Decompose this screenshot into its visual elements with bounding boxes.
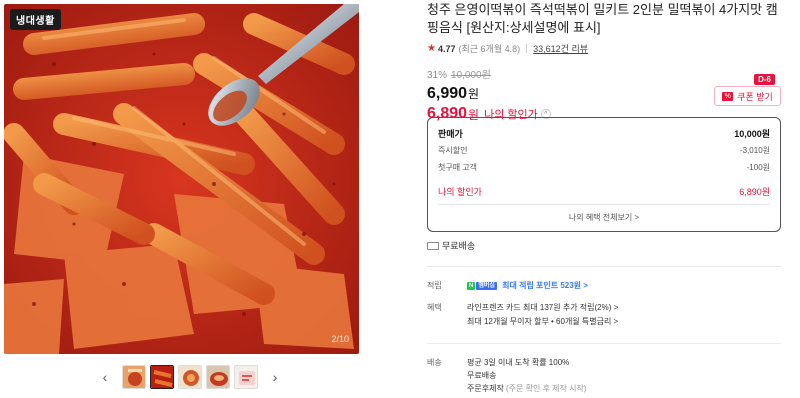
thumbnail-3[interactable] — [178, 365, 202, 389]
coupon-download-button[interactable]: % 쿠폰 받기 — [714, 86, 781, 106]
truck-icon — [427, 241, 439, 250]
installment-link[interactable]: 최대 12개월 무이자 할부 • 60개월 특별금리 > — [467, 316, 781, 329]
thumbnail-1[interactable] — [122, 365, 146, 389]
product-title: 청주 은영이떡볶이 즉석떡볶이 밀키트 2인분 밀떡볶이 4가지맛 캠핑음식 [… — [427, 2, 778, 35]
divider — [526, 44, 528, 53]
discount-row: 31% 10,000원 — [427, 66, 787, 81]
breakdown-label: 즉시할인 — [438, 146, 468, 155]
thumbnail-image — [123, 366, 145, 388]
product-main-image[interactable]: 냉대생활 2/10 — [4, 4, 359, 354]
naver-point-chip: N — [467, 281, 476, 290]
breakdown-label: 첫구매 고객 — [438, 163, 478, 172]
made-to-order: 주문후제작 (주문 확인 후 제작 시작) — [467, 383, 781, 396]
review-count-link[interactable]: 33,612건 리뷰 — [533, 42, 588, 55]
thumbnail-strip: ‹ › — [98, 364, 282, 390]
thumbnail-next-button[interactable]: › — [268, 364, 282, 390]
thumbnail-4[interactable] — [206, 365, 230, 389]
membership-chip: 멤버십 — [476, 281, 497, 290]
rating-value: 4.77 — [437, 43, 456, 54]
breakdown-value: 10,000원 — [734, 129, 770, 139]
breakdown-row: 첫구매 고객 -100원 — [438, 162, 770, 173]
breakdown-value: -3,010원 — [739, 146, 770, 155]
tteokbokki-photo — [4, 4, 359, 354]
arrival-probability: 평균 3일 이내 도착 확률 100% — [467, 358, 570, 367]
max-points-link[interactable]: 최대 적립 포인트 523원 > — [502, 281, 588, 290]
coupon-button-label: 쿠폰 받기 — [737, 91, 773, 102]
divider — [438, 204, 770, 205]
delivery-fee: 무료배송 — [467, 371, 497, 380]
card-benefit-link[interactable]: 라인프렌즈 카드 최대 137원 추가 적립(2%) > — [467, 302, 781, 315]
points-label: 적립 — [427, 281, 442, 290]
points-line: N 멤버십 최대 적립 포인트 523원 > — [467, 280, 781, 293]
product-info-panel: 청주 은영이떡볶이 즉석떡볶이 밀키트 2인분 밀떡볶이 4가지맛 캠핑음식 [… — [427, 0, 787, 393]
star-icon: ★ — [427, 43, 436, 54]
delivery-label: 배송 — [427, 358, 442, 367]
rating-row: ★ 4.77 (최근 6개월 4.8) 33,612건 리뷰 — [427, 42, 787, 55]
thumbnail-5[interactable] — [234, 365, 258, 389]
view-all-benefits-link[interactable]: 나의 혜택 전체보기 > — [428, 212, 780, 223]
sale-price-unit: 원 — [468, 87, 480, 101]
breakdown-value: -100원 — [746, 163, 770, 172]
image-counter: 2/10 — [331, 334, 349, 344]
made-to-order-label: 주문후제작 — [467, 384, 504, 393]
price-breakdown-box: 판매가 10,000원 즉시할인 -3,010원 첫구매 고객 -100원 나의… — [427, 117, 781, 232]
rating-recent: (최근 6개월 4.8) — [458, 44, 521, 54]
points-content: N 멤버십 최대 적립 포인트 523원 > — [467, 280, 781, 293]
shipping-text: 무료배송 — [442, 241, 476, 251]
sale-price: 6,990 — [427, 85, 468, 102]
thumbnail-image — [151, 366, 173, 388]
original-price: 10,000원 — [451, 70, 491, 81]
thumbnail-image — [235, 366, 257, 388]
breakdown-row: 즉시할인 -3,010원 — [438, 145, 770, 156]
thumbnail-prev-button[interactable]: ‹ — [98, 364, 112, 390]
breakdown-label: 나의 할인가 — [438, 187, 482, 197]
shipping-row: 무료배송 — [427, 239, 475, 252]
benefits-label: 혜택 — [427, 303, 442, 312]
thumbnail-image — [207, 366, 229, 388]
benefits-content: 라인프렌즈 카드 최대 137원 추가 적립(2%) > 최대 12개월 무이자… — [467, 302, 781, 329]
price-breakdown-header: 판매가 10,000원 — [438, 127, 770, 140]
delivery-content: 평균 3일 이내 도착 확률 100% 무료배송 주문후제작 (주문 확인 후 … — [467, 357, 781, 396]
dday-badge: D-6 — [754, 74, 775, 85]
breakdown-my-price-row: 나의 할인가 6,890원 — [438, 185, 770, 198]
brand-badge: 냉대생활 — [10, 9, 61, 30]
breakdown-value: 6,890원 — [739, 187, 770, 197]
made-to-order-note: (주문 확인 후 제작 시작) — [506, 384, 587, 393]
thumbnail-2[interactable] — [150, 365, 174, 389]
coupon-icon: % — [722, 91, 734, 101]
discount-rate: 31% — [427, 70, 448, 81]
divider — [427, 343, 781, 344]
thumbnail-image — [179, 366, 201, 388]
breakdown-label: 판매가 — [438, 129, 463, 139]
divider — [427, 266, 781, 267]
